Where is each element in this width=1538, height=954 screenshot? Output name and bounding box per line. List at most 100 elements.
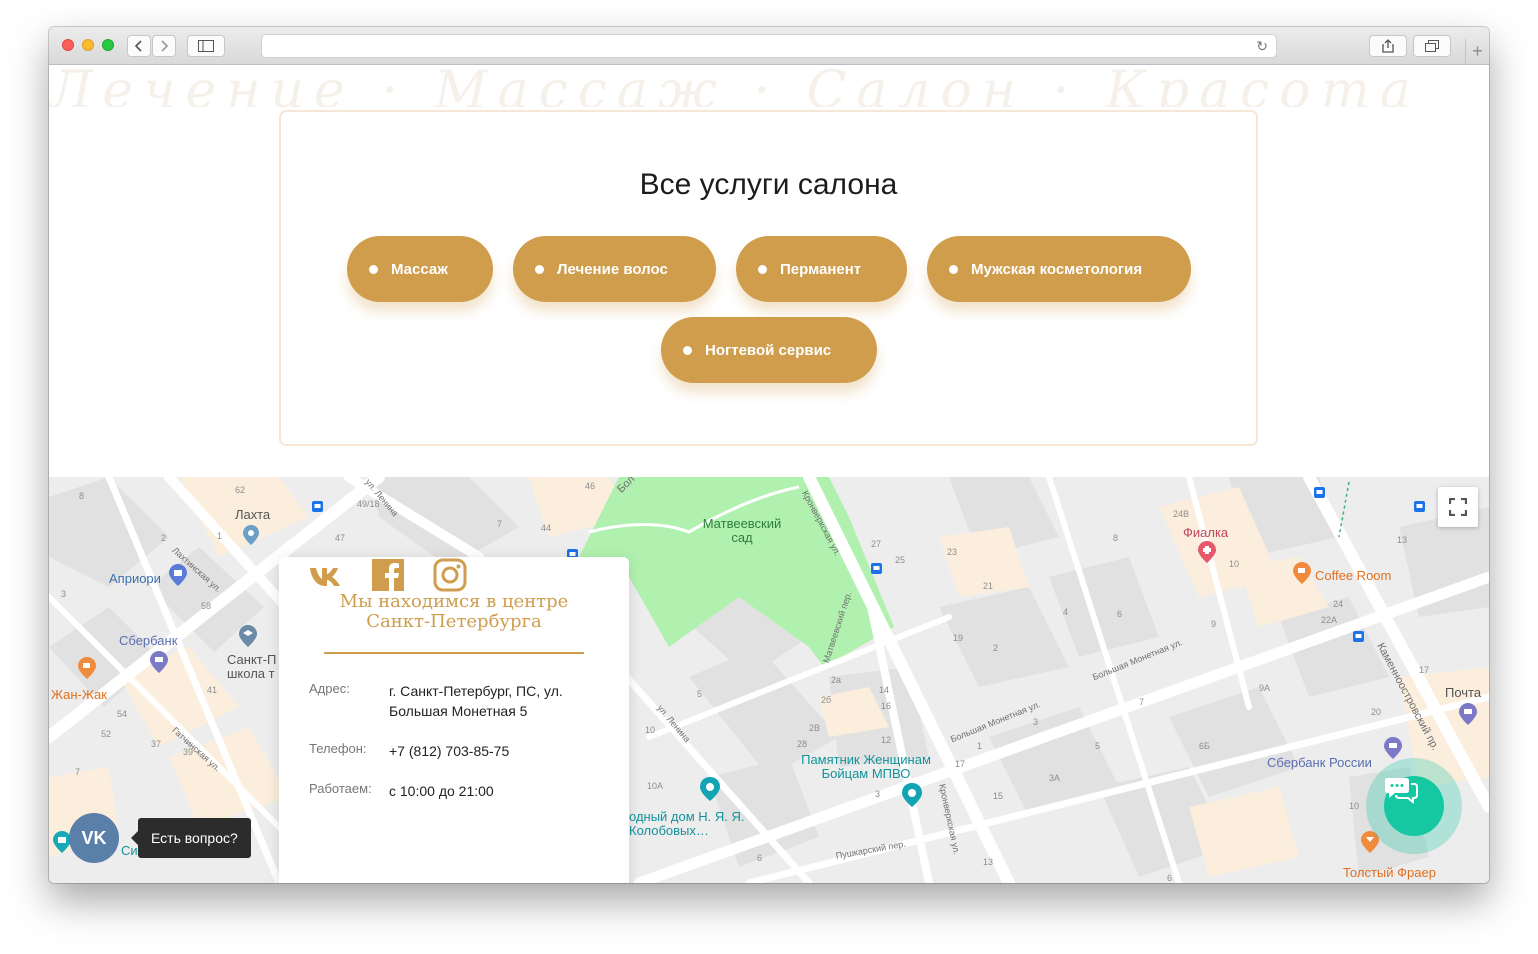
map[interactable]: Лахта Априори Сбербанк Санкт-П школа т Ж… <box>49 477 1489 883</box>
house-number: 3 <box>875 789 881 799</box>
phone-label: Телефон: <box>309 741 367 756</box>
shop-pin-icon[interactable] <box>169 564 187 586</box>
house-number: 1 <box>217 531 223 541</box>
camera-pin-icon[interactable] <box>902 783 922 807</box>
house-number: 27 <box>871 539 882 549</box>
bank-pin-icon[interactable] <box>1384 737 1402 759</box>
house-number: 9А <box>1259 683 1271 693</box>
bank-pin-icon[interactable] <box>150 651 168 673</box>
map-label-pochta[interactable]: Почта <box>1445 685 1481 700</box>
phone-value[interactable]: +7 (812) 703-85-75 <box>389 741 604 761</box>
house-number: 2 <box>993 643 999 653</box>
map-label-school[interactable]: Санкт-П школа т <box>227 653 279 681</box>
house-number: 8 <box>79 491 85 501</box>
service-button-men-cosmetology[interactable]: Мужская косметология <box>927 236 1191 302</box>
tabs-icon <box>1425 40 1439 52</box>
bus-stop-icon[interactable] <box>871 563 882 574</box>
house-number: 10 <box>1229 559 1240 569</box>
decorative-background-text: Лечение · Массаж · Салон · Красота <box>49 65 1421 107</box>
house-number: 19 <box>953 633 964 643</box>
map-label-sberbank-russia[interactable]: Сбербанк России <box>1267 755 1372 770</box>
house-number: 6Б <box>1199 741 1210 751</box>
vk-icon[interactable] <box>308 557 344 593</box>
bus-stop-icon[interactable] <box>312 501 323 512</box>
bus-stop-icon[interactable] <box>1414 501 1425 512</box>
post-pin-icon[interactable] <box>1459 703 1477 725</box>
service-button-permanent[interactable]: Перманент <box>736 236 907 302</box>
services-title: Все услуги салона <box>639 168 898 201</box>
house-number: 10 <box>645 725 656 735</box>
house-number: 44 <box>541 523 552 533</box>
map-label-coffee-room[interactable]: Coffee Room <box>1315 568 1391 583</box>
house-number: 5 <box>697 689 703 699</box>
house-number: 6 <box>757 853 763 863</box>
house-number: 37 <box>151 739 162 749</box>
tabs-overview-button[interactable] <box>1413 35 1451 57</box>
map-label-apriori[interactable]: Априори <box>109 571 161 586</box>
map-label-fialka[interactable]: Фиалка <box>1183 525 1228 540</box>
map-label-tolsty-fraer[interactable]: Толстый Фраер <box>1343 865 1436 880</box>
medical-pin-icon[interactable] <box>1198 541 1216 563</box>
chat-bubbles-icon <box>1385 778 1418 804</box>
maximize-window-button[interactable] <box>102 39 114 51</box>
map-label-monument[interactable]: Памятник Женщинам Бойцам МПВО <box>791 753 941 781</box>
chat-widget-button[interactable] <box>1366 758 1462 854</box>
sidebar-icon <box>198 40 214 52</box>
house-number: 2а <box>831 675 842 685</box>
map-label-sberbank[interactable]: Сбербанк <box>119 633 177 648</box>
bus-stop-icon[interactable] <box>1353 631 1364 642</box>
contacts-title: Мы находимся в центре Санкт-Петербурга <box>339 591 569 632</box>
house-number: 22А <box>1321 615 1338 625</box>
forward-button[interactable] <box>152 35 176 57</box>
house-number: 62 <box>235 485 246 495</box>
cafe-pin-icon[interactable] <box>1293 562 1311 584</box>
school-pin-icon[interactable] <box>239 625 257 647</box>
house-number: 41 <box>207 685 218 695</box>
map-pin-icon[interactable] <box>243 525 259 545</box>
service-label: Лечение волос <box>557 260 668 278</box>
house-number: 12 <box>881 735 892 745</box>
house-number: 24 <box>1333 599 1344 609</box>
service-label: Перманент <box>780 260 862 278</box>
facebook-icon[interactable] <box>370 557 406 593</box>
map-label-matveevsky-garden[interactable]: Матвеевский сад <box>695 517 789 545</box>
bullet-icon <box>683 345 692 355</box>
map-label-lahta[interactable]: Лахта <box>235 507 270 522</box>
house-number: 15 <box>993 791 1004 801</box>
service-button-massage[interactable]: Массаж <box>347 236 493 302</box>
bus-stop-icon[interactable] <box>1314 487 1325 498</box>
service-button-hair-treatment[interactable]: Лечение волос <box>513 236 716 302</box>
bullet-icon <box>758 264 767 274</box>
back-button[interactable] <box>127 35 151 57</box>
address-bar[interactable]: ↻ <box>261 34 1277 58</box>
vk-chat-tooltip[interactable]: Есть вопрос? <box>131 818 251 858</box>
house-number: 17 <box>1419 665 1430 675</box>
vk-chat-button[interactable]: VK <box>69 813 119 863</box>
house-number: 7 <box>1139 697 1145 707</box>
map-label-zhan-zhak[interactable]: Жан-Жак <box>51 687 107 702</box>
house-number: 7 <box>75 767 81 777</box>
close-window-button[interactable] <box>62 39 74 51</box>
house-number: 8 <box>1113 533 1119 543</box>
instagram-icon[interactable] <box>432 557 468 593</box>
minimize-window-button[interactable] <box>82 39 94 51</box>
house-number: 3 <box>61 589 67 599</box>
house-number: 10 <box>1349 801 1360 811</box>
contacts-card: Мы находимся в центре Санкт-Петербурга А… <box>279 557 629 883</box>
camera-pin-icon[interactable] <box>700 777 720 801</box>
map-fullscreen-button[interactable] <box>1438 487 1478 527</box>
chat-widget-core[interactable] <box>1384 776 1444 836</box>
house-number: 17 <box>955 759 966 769</box>
new-tab-button[interactable]: + <box>1465 39 1489 65</box>
address-value: г. Санкт-Петербург, ПС, ул. Большая Моне… <box>389 683 563 719</box>
service-label: Мужская косметология <box>971 260 1143 278</box>
cafe-pin-icon[interactable] <box>78 657 96 679</box>
house-number: 58 <box>201 601 212 611</box>
map-label-kolobov-house[interactable]: одный дом Н. Я. Я. Колобовых… <box>629 810 749 838</box>
reload-icon[interactable]: ↻ <box>1256 38 1268 55</box>
service-button-nail-service[interactable]: Ногтевой сервис <box>661 317 877 383</box>
sidebar-toggle-button[interactable] <box>187 35 225 57</box>
address-label: Адрес: <box>309 681 350 696</box>
bullet-icon <box>949 264 958 274</box>
share-button[interactable] <box>1369 35 1407 57</box>
